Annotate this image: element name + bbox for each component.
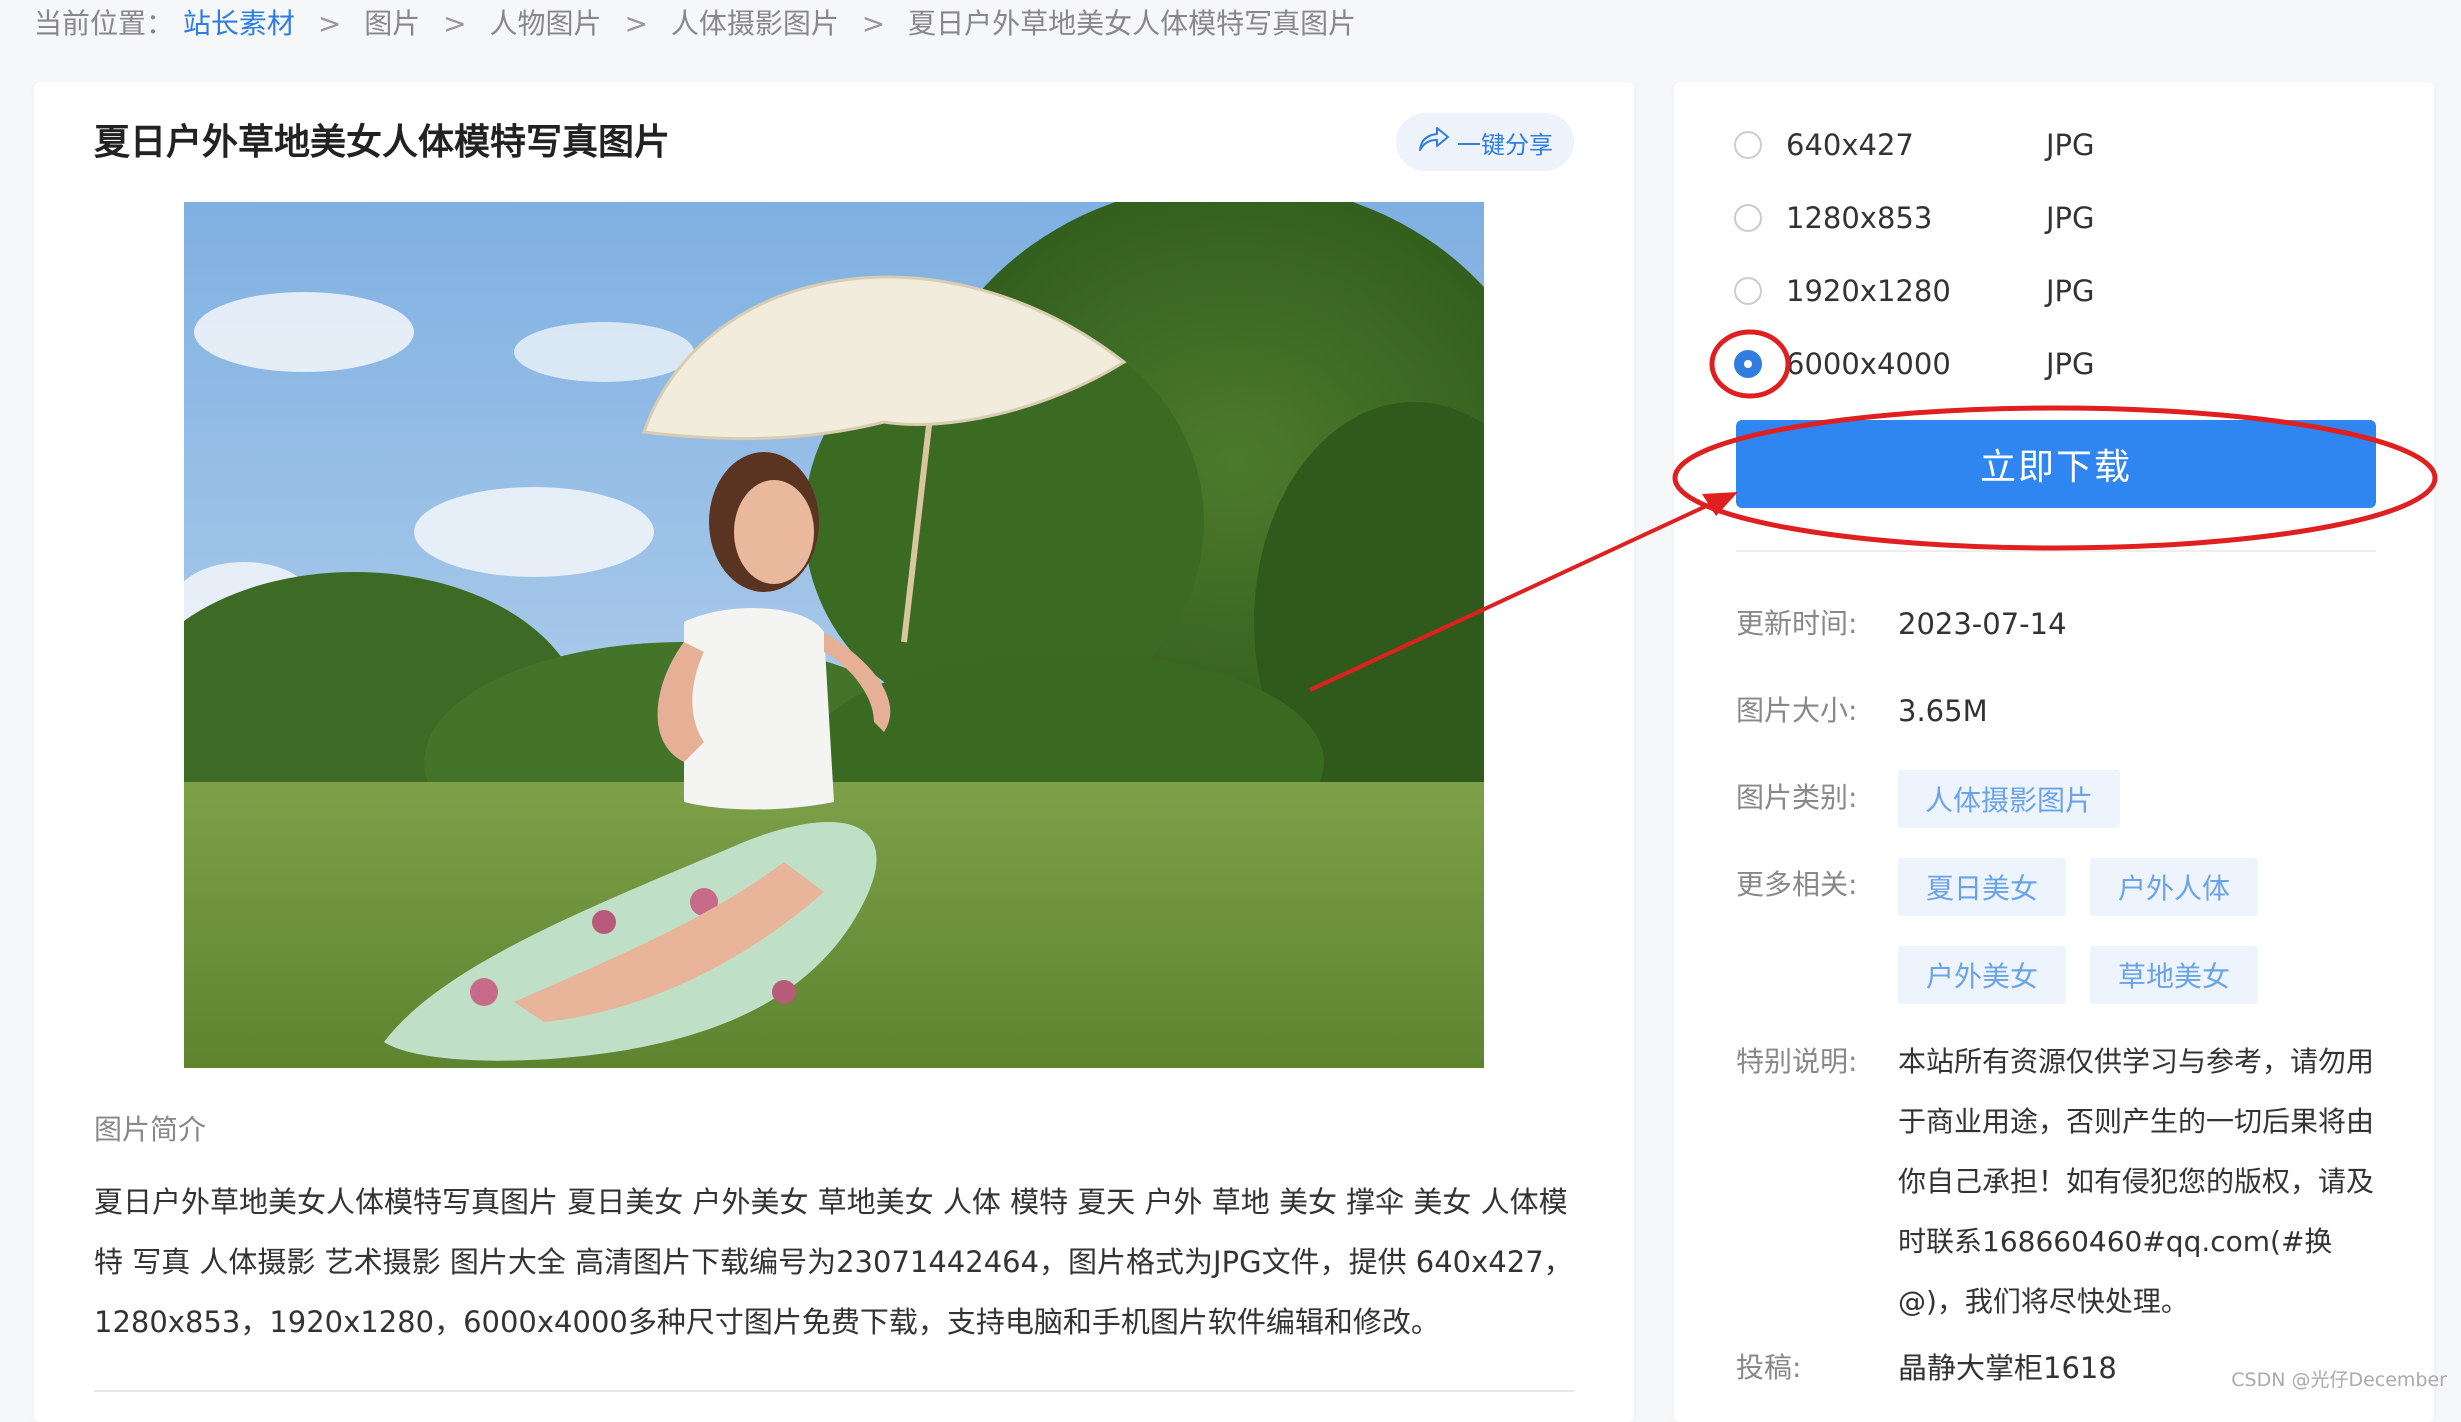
breadcrumb-item-home[interactable]: 站长素材 [183, 7, 295, 40]
format-label: JPG [2046, 201, 2095, 235]
update-time-label: 更新时间: [1736, 607, 1858, 640]
image-size-value: 3.65M [1898, 694, 1988, 728]
size-label: 6000x4000 [1786, 347, 1951, 381]
size-option-640x427[interactable]: 640x427 JPG [1734, 120, 2126, 170]
breadcrumb-prefix: 当前位置： [34, 7, 175, 40]
size-label: 1920x1280 [1786, 274, 1951, 308]
note-text: 本站所有资源仅供学习与参考，请勿用于商业用途，否则产生的一切后果将由你自己承担！… [1898, 1045, 2375, 1318]
share-button[interactable]: 一键分享 [1396, 113, 1574, 171]
related-tag[interactable]: 夏日美女 [1898, 858, 2066, 916]
share-label: 一键分享 [1457, 130, 1553, 159]
breadcrumb-separator: > [317, 7, 342, 40]
size-option-6000x4000[interactable]: 6000x4000 JPG [1734, 339, 2126, 389]
related-tag[interactable]: 户外美女 [1898, 946, 2066, 1004]
breadcrumb-item-images[interactable]: 图片 [364, 7, 420, 40]
size-option-1280x853[interactable]: 1280x853 JPG [1734, 193, 2126, 243]
contributor-value[interactable]: 晶静大掌柜1618 [1898, 1348, 2117, 1388]
related-tag[interactable]: 草地美女 [2090, 946, 2258, 1004]
breadcrumb-separator: > [443, 7, 467, 40]
radio-button[interactable] [1734, 131, 1762, 159]
breadcrumb-item-current: 夏日户外草地美女人体模特写真图片 [908, 7, 1357, 40]
download-button[interactable]: 立即下载 [1736, 420, 2376, 508]
format-label: JPG [2046, 274, 2095, 308]
page-title: 夏日户外草地美女人体模特写真图片 [94, 122, 671, 163]
radio-button[interactable] [1734, 204, 1762, 232]
radio-button-selected[interactable] [1734, 350, 1762, 378]
related-tag[interactable]: 户外人体 [2090, 858, 2258, 916]
contributor-label: 投稿: [1736, 1351, 1802, 1384]
intro-text: 夏日户外草地美女人体模特写真图片 夏日美女 户外美女 草地美女 人体 模特 夏天… [94, 1185, 1573, 1339]
category-label: 图片类别: [1736, 781, 1858, 814]
breadcrumb-separator: > [624, 7, 648, 40]
image-size-label: 图片大小: [1736, 694, 1858, 727]
size-label: 1280x853 [1786, 201, 1933, 235]
breadcrumb-item-people[interactable]: 人物图片 [490, 7, 602, 40]
divider [94, 1390, 1574, 1392]
main-photo [184, 202, 1484, 1068]
watermark: CSDN @光仔December [2231, 1369, 2447, 1391]
intro-label: 图片简介 [94, 1113, 207, 1146]
update-time-value: 2023-07-14 [1898, 607, 2067, 641]
category-tag[interactable]: 人体摄影图片 [1898, 770, 2120, 828]
share-icon [1417, 125, 1451, 159]
size-label: 640x427 [1786, 128, 1914, 162]
format-label: JPG [2046, 347, 2095, 381]
breadcrumb-separator: > [861, 7, 886, 40]
size-option-1920x1280[interactable]: 1920x1280 JPG [1734, 266, 2126, 316]
divider [1736, 550, 2376, 552]
breadcrumb: 当前位置： 站长素材 > 图片 > 人物图片 > 人体摄影图片 > 夏日户外草地… [34, 0, 1356, 48]
format-label: JPG [2046, 128, 2095, 162]
note-label: 特别说明: [1736, 1045, 1858, 1078]
breadcrumb-item-portrait[interactable]: 人体摄影图片 [671, 7, 839, 40]
related-label: 更多相关: [1736, 868, 1858, 901]
radio-button[interactable] [1734, 277, 1762, 305]
